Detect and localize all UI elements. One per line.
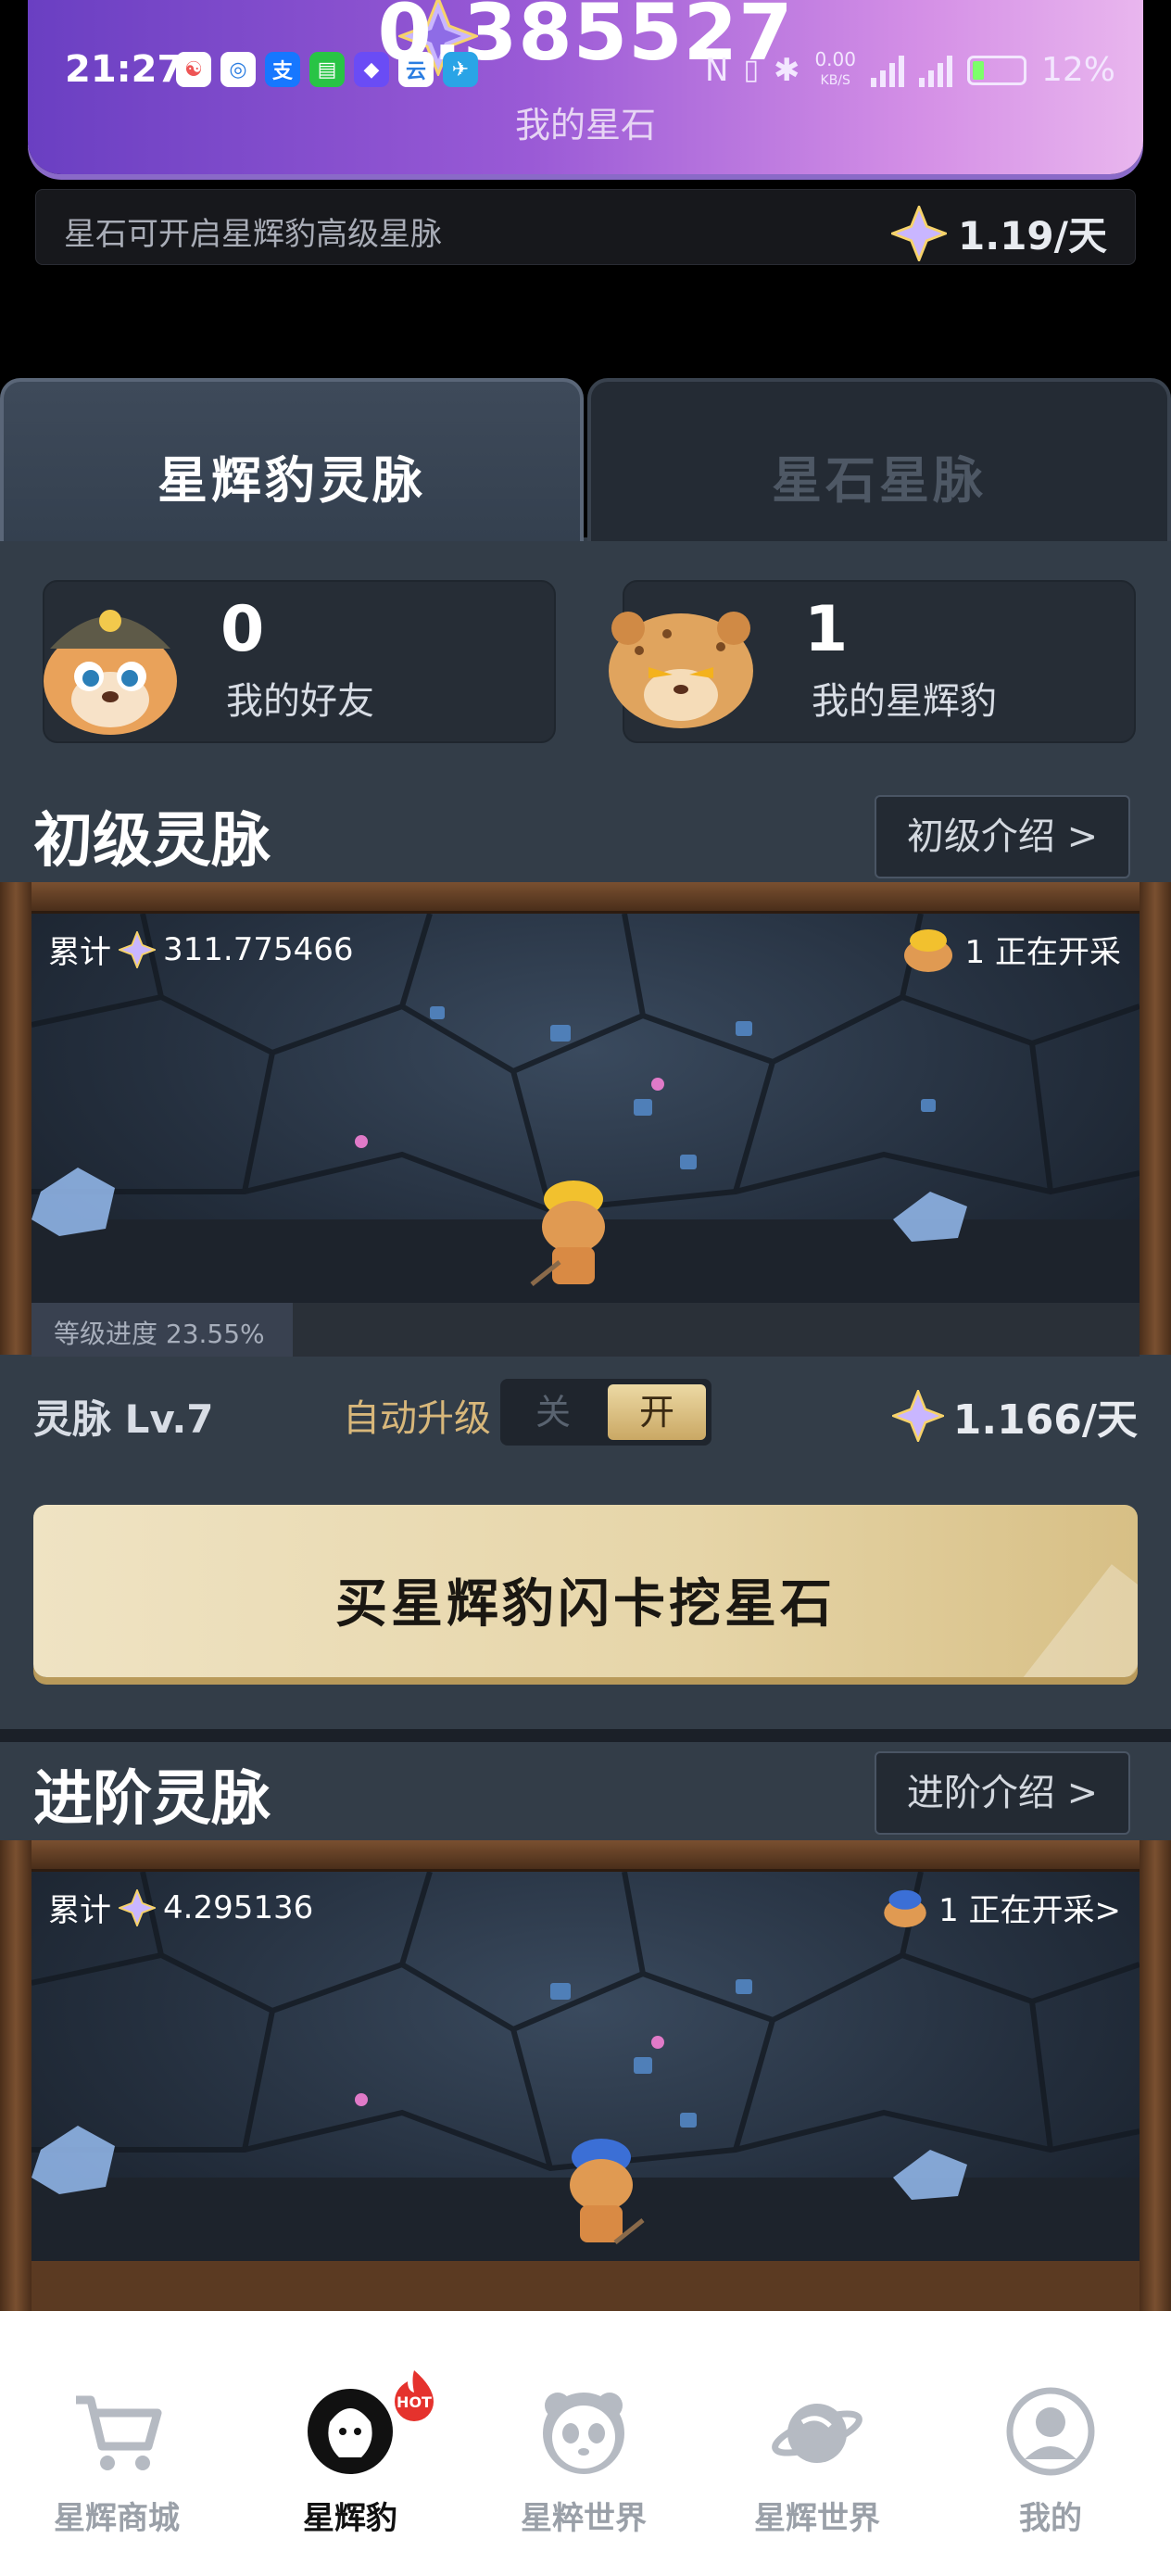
section-divider [0, 1729, 1171, 1742]
buy-card-button[interactable]: 买星辉豹闪卡挖星石 [33, 1505, 1138, 1677]
total-label: 累计 [48, 1892, 111, 1929]
basic-mine-scene: 累计 311.775466 1 正在开采 [31, 914, 1140, 1303]
app-notification-icon: ◆ [354, 52, 389, 87]
nfc-icon: N [705, 51, 729, 89]
total-value: 311.775466 [163, 930, 354, 968]
vibrate-icon: ▯ [743, 54, 759, 86]
hot-badge-icon: HOT [395, 2370, 434, 2421]
mine-post [0, 882, 31, 1355]
star-gem-icon [119, 1888, 156, 1926]
miner-leopard-icon [570, 2139, 645, 2244]
nav-profile[interactable]: 我的 [934, 2311, 1167, 2576]
vein-rate: 1.166/天 [891, 1386, 1138, 1446]
auto-upgrade-toggle[interactable]: 关 开 [500, 1379, 711, 1446]
panda-icon [543, 2393, 624, 2474]
notification-icons: ☯ ◎ 支 ▤ ◆ 云 ✈ [176, 52, 478, 87]
message-icon: ▤ [309, 52, 345, 87]
leopard-icon [308, 2389, 393, 2474]
basic-mining-status[interactable]: 1 正在开采 [899, 927, 1121, 972]
advanced-mine-scene: 累计 4.295136 1 正在开采> [31, 1872, 1140, 2261]
total-label: 累计 [48, 934, 111, 971]
bottom-navigation: 星辉商城 HOT 星辉豹 星粹世界 星辉世界 我的 [0, 2311, 1171, 2576]
alipay-icon: 支 [265, 52, 300, 87]
leopards-count: 1 [804, 593, 849, 666]
star-info-strip: 星石可开启星辉豹高级星脉 1.19/天 [35, 189, 1136, 265]
nav-label: 我的 [1019, 2500, 1082, 2537]
buy-card-label: 买星辉豹闪卡挖星石 [335, 1574, 836, 1635]
nav-essence-world[interactable]: 星粹世界 [467, 2311, 700, 2576]
status-bar: 21:27 ☯ ◎ 支 ▤ ◆ 云 ✈ N ▯ ✱ 0.00 KB/S 12% [0, 37, 1171, 102]
mine-post [1140, 1840, 1171, 2313]
basic-vein-title: 初级灵脉 [33, 807, 271, 876]
profile-icon [1006, 2387, 1095, 2476]
vein-level-row: 灵脉 Lv.7 自动升级 关 开 1.166/天 [0, 1362, 1171, 1464]
status-time: 21:27 [65, 48, 183, 91]
total-value: 4.295136 [163, 1888, 314, 1926]
vein-level: 灵脉 Lv.7 [33, 1396, 214, 1442]
planet-icon [772, 2404, 863, 2463]
leopards-label: 我的星辉豹 [812, 680, 997, 723]
star-label: 我的星石 [514, 105, 656, 145]
nav-label: 星辉世界 [754, 2500, 880, 2537]
info-rate: 1.19/天 [891, 205, 1107, 261]
signal-icon [870, 54, 904, 87]
hot-badge-text: HOT [397, 2393, 432, 2411]
nav-leopard[interactable]: HOT 星辉豹 [233, 2311, 467, 2576]
star-gem-icon [891, 205, 948, 261]
mine-beam [0, 1840, 1171, 1872]
mining-status-text: 1 正在开采> [938, 1892, 1121, 1929]
friends-label: 我的好友 [226, 680, 374, 723]
mine-post [1140, 882, 1171, 1355]
telegram-icon: ✈ [443, 52, 478, 87]
toggle-on-option[interactable]: 开 [608, 1384, 706, 1440]
advanced-vein-title: 进阶灵脉 [33, 1765, 271, 1834]
nav-label: 星粹世界 [521, 2500, 647, 2537]
vein-rate-value: 1.166/天 [952, 1396, 1138, 1444]
tab-leopard-vein[interactable]: 星辉豹灵脉 [0, 378, 584, 541]
star-gem-icon [119, 930, 156, 968]
nav-label: 星辉豹 [303, 2500, 397, 2537]
tab-label: 星辉豹灵脉 [157, 451, 426, 510]
level-progress-bar: 等级进度 23.55% [31, 1303, 1140, 1357]
app-notification-icon: ◎ [220, 52, 256, 87]
battery-percent: 12% [1040, 51, 1115, 89]
miner-avatar-icon [903, 928, 952, 972]
advanced-intro-button[interactable]: 进阶介绍 > [875, 1751, 1130, 1835]
info-rate-value: 1.19/天 [958, 213, 1107, 259]
bluetooth-icon: ✱ [773, 51, 800, 89]
level-progress-text: 等级进度 23.55% [54, 1319, 265, 1349]
star-gem-icon [891, 1390, 944, 1442]
toggle-off-option[interactable]: 关 [500, 1379, 606, 1446]
net-speed-value: 0.00 [814, 48, 856, 70]
status-indicators: N ▯ ✱ 0.00 KB/S 12% [705, 50, 1115, 90]
leopard-angry-avatar-icon [609, 612, 753, 728]
tab-label: 星石星脉 [772, 451, 987, 510]
net-speed: 0.00 KB/S [814, 50, 856, 90]
cloud-icon: 云 [398, 52, 434, 87]
mine-post [0, 1840, 31, 2313]
battery-icon [966, 55, 1026, 85]
net-speed-unit: KB/S [820, 73, 850, 88]
basic-intro-button[interactable]: 初级介绍 > [875, 795, 1130, 878]
auto-upgrade-label: 自动升级 [343, 1397, 491, 1440]
signal-icon [918, 54, 952, 87]
basic-total: 累计 311.775466 [48, 927, 354, 972]
mining-status-text: 1 正在开采 [964, 934, 1121, 971]
info-text: 星石可开启星辉豹高级星脉 [64, 216, 442, 253]
nav-star-world[interactable]: 星辉世界 [700, 2311, 934, 2576]
app-notification-icon: ☯ [176, 52, 211, 87]
miner-avatar-icon [884, 1889, 926, 1927]
friends-count: 0 [220, 593, 265, 666]
nav-label: 星辉商城 [54, 2500, 180, 2537]
leopard-police-avatar-icon [44, 610, 177, 735]
advanced-mining-status[interactable]: 1 正在开采> [879, 1885, 1121, 1930]
cart-icon [76, 2395, 162, 2470]
advanced-total: 累计 4.295136 [48, 1885, 313, 1930]
mine-beam [0, 882, 1171, 914]
miner-leopard-icon [530, 1181, 605, 1286]
nav-mall[interactable]: 星辉商城 [0, 2311, 233, 2576]
tab-star-vein[interactable]: 星石星脉 [587, 378, 1171, 541]
